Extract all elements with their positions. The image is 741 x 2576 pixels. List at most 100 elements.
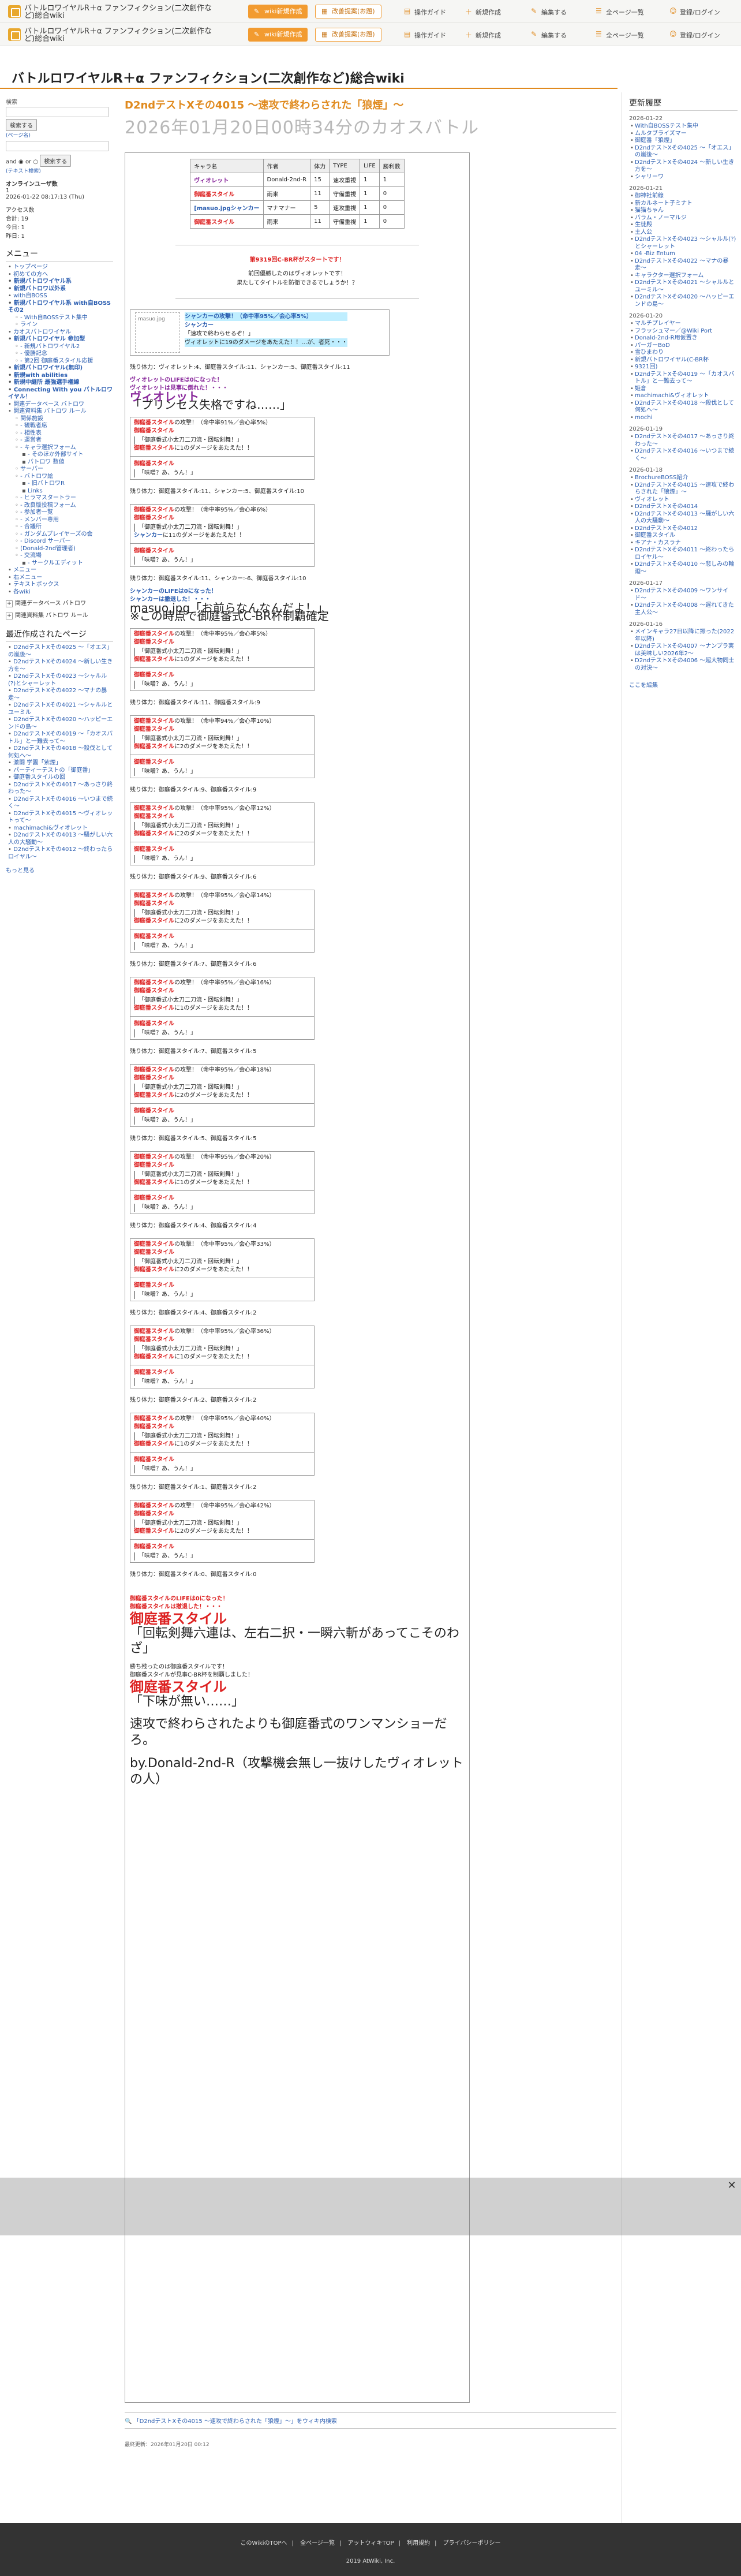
menu-item[interactable]: カオスバトロワイヤル <box>6 329 113 337</box>
history-link[interactable]: mochi <box>629 415 738 422</box>
menu-item[interactable]: - バトロワ絵 <box>6 473 113 481</box>
footer-link[interactable]: プライバシーポリシー <box>443 2540 501 2547</box>
history-link[interactable]: D2ndテストXその4020 〜ハッピーエンドの島〜 <box>629 294 738 308</box>
wiki-title[interactable]: バトルロワイヤルR＋α ファンフィクション(二次創作など)総合wiki <box>12 68 405 87</box>
roster-name[interactable]: 御庭番スタイル <box>190 186 264 201</box>
new-page-link[interactable]: ＋新規作成 <box>465 8 501 17</box>
login-link[interactable]: ☺ 登録/ログイン <box>669 30 720 40</box>
recent-page-link[interactable]: D2ndテストXその4017 〜あっさり終わった〜 <box>6 782 113 796</box>
edit-sidebar-link[interactable]: ここを編集 <box>629 680 738 689</box>
history-link[interactable]: キャラクター選択フォーム <box>629 272 738 280</box>
menu-item[interactable]: 新規バトロワイヤル系 with自BOSS その2 <box>6 300 113 315</box>
text-search-button[interactable]: 検索する <box>40 155 72 167</box>
menu-item[interactable]: 関連資料集 バトロワ ルール <box>6 408 113 416</box>
menu-item[interactable]: - 相性表 <box>6 430 113 438</box>
menu-item[interactable]: - キャラ選択フォーム <box>6 445 113 452</box>
history-link[interactable]: With自BOSSテスト集中 <box>629 123 738 130</box>
history-link[interactable]: フラッシュマー／@Wiki Port <box>629 328 738 335</box>
menu-item[interactable]: サーバー <box>6 466 113 473</box>
menu-item[interactable]: - 新規バトロワイヤル2 <box>6 344 113 351</box>
footer-link[interactable]: 全ページ一覧 <box>300 2540 335 2547</box>
recent-page-link[interactable]: D2ndテストXその4013 〜騒がしい六人の大騒動〜 <box>6 832 113 846</box>
footer-link[interactable]: 利用規約 <box>407 2540 430 2547</box>
all-pages-link[interactable]: ☰ 全ページ一覧 <box>596 30 644 40</box>
history-link[interactable]: D2ndテストXその4007 〜ナンプラ実は美味しい2026年2〜 <box>629 643 738 658</box>
history-link[interactable]: D2ndテストXその4022 〜マナの暴走〜 <box>629 258 738 272</box>
menu-item[interactable]: - ヒラマスタートラー <box>6 495 113 502</box>
character-name[interactable]: 御庭番スタイル <box>194 192 234 198</box>
history-link[interactable]: D2ndテストXその4012 <box>629 525 738 533</box>
history-link[interactable]: machimachi&ヴィオレット <box>629 393 738 400</box>
history-link[interactable]: 猫猫ちゃん <box>629 207 738 215</box>
recent-page-link[interactable]: 御庭番スタイルの回 <box>6 774 113 782</box>
recent-page-link[interactable]: 激闘 学園「紫煙」 <box>6 760 113 767</box>
site-name-link[interactable]: バトルロワイヤルR＋α ファンフィクション(二次創作など)総合wiki <box>24 28 215 43</box>
history-link[interactable]: D2ndテストXその4016 〜いつまで続く〜 <box>629 448 738 462</box>
history-link[interactable]: D2ndテストXその4025 〜「オエス」の嵐後〜 <box>629 145 738 159</box>
character-name[interactable]: ヴィオレット <box>194 178 229 184</box>
menu-item[interactable]: 関連データベース バトロワ <box>6 401 113 409</box>
menu-item[interactable]: - 運営者 <box>6 437 113 445</box>
recent-page-link[interactable]: D2ndテストXその4024 〜新しい生き方を〜 <box>6 659 113 673</box>
menu-item[interactable]: Connecting With you バトルロワイヤル！ <box>6 387 113 401</box>
menu-item[interactable]: - Discord サーバー <box>6 538 113 546</box>
menu-item[interactable]: - 改良版投稿フォーム <box>6 502 113 510</box>
history-link[interactable]: 御神社前線 <box>629 193 738 200</box>
history-link[interactable]: D2ndテストXその4024 〜新しい生き方を〜 <box>629 159 738 174</box>
character-name[interactable]: シャンカー <box>231 206 260 212</box>
menu-item[interactable]: - 観戦者席 <box>6 423 113 430</box>
history-link[interactable]: キアナ・カスラナ <box>629 540 738 547</box>
recent-page-link[interactable]: パーティーテストの「御庭番」 <box>6 767 113 775</box>
history-link[interactable]: ヴィオレット <box>629 496 738 504</box>
history-link[interactable]: D2ndテストXその4021 〜シャルルとユーミル〜 <box>629 279 738 294</box>
history-link[interactable]: 生徒殿 <box>629 222 738 229</box>
character-name[interactable]: 御庭番スタイル <box>194 219 234 226</box>
history-link[interactable]: 新カルネート子ミナト <box>629 200 738 208</box>
atwiki-logo-icon[interactable] <box>8 28 21 41</box>
history-link[interactable]: メインキャラ27日以降に振った(2022年以降) <box>629 629 738 643</box>
recent-page-link[interactable]: D2ndテストXその4019 〜「カオスバトル」と一難去って〜 <box>6 731 113 745</box>
history-link[interactable]: D2ndテストXその4023 〜シャルル(?)とシャーレット <box>629 236 738 251</box>
more-link[interactable]: もっと見る <box>6 865 113 874</box>
history-link[interactable]: ムルタブライズマー <box>629 130 738 138</box>
recent-page-link[interactable]: D2ndテストXその4025 〜「オエス」の嵐後〜 <box>6 644 113 659</box>
wiki-new-button[interactable]: wiki新規作成 <box>248 5 308 18</box>
page-search-input[interactable] <box>6 107 108 117</box>
recent-page-link[interactable]: D2ndテストXその4021 〜シャルルとユーミル <box>6 702 113 716</box>
login-link[interactable]: ☺ 登録/ログイン <box>669 7 720 17</box>
menu-item[interactable]: - With自BOSSテスト集中 <box>6 315 113 322</box>
guide-link[interactable]: ▤ 操作ガイド <box>404 30 446 40</box>
menu-item[interactable]: ライン <box>6 322 113 329</box>
history-link[interactable]: D2ndテストXその4010 〜悲しみの輪廻〜 <box>629 561 738 576</box>
roster-name[interactable]: 御庭番スタイル <box>190 214 264 229</box>
history-link[interactable]: 姫倉 <box>629 386 738 393</box>
history-link[interactable]: BrochureBOSS紹介 <box>629 475 738 482</box>
text-search-input[interactable] <box>6 141 108 151</box>
history-link[interactable]: D2ndテストXその4015 〜速攻で終わらされた「狼煙」〜 <box>629 482 738 496</box>
toggle-db[interactable]: + 関連データベース バトロワ <box>6 599 113 608</box>
history-link[interactable]: Donald-2nd-R用仮置き <box>629 335 738 342</box>
menu-item[interactable]: Links <box>6 488 113 495</box>
history-link[interactable]: D2ndテストXその4014 <box>629 503 738 511</box>
menu-item[interactable]: - 交流場 <box>6 552 113 560</box>
roster-name[interactable]: [masuo.jpgシャンカー <box>190 200 264 215</box>
recent-page-link[interactable]: machimachi&ヴィオレット <box>6 825 113 832</box>
menu-item[interactable]: 新規バトロワイヤル系 <box>6 278 113 286</box>
edit-link[interactable]: ✎ 編集する <box>531 30 567 40</box>
history-link[interactable]: マルチプレイヤー <box>629 320 738 328</box>
history-link[interactable]: D2ndテストXその4009 〜ワンサイド〜 <box>629 588 738 602</box>
recent-page-link[interactable]: D2ndテストXその4015 〜ヴィオレットって〜 <box>6 811 113 825</box>
menu-item[interactable]: - 第2回 御庭番スタイル応援 <box>6 358 113 365</box>
menu-item[interactable]: - ガンダムプレイヤーズの会 <box>6 531 113 539</box>
recent-page-link[interactable]: D2ndテストXその4020 〜ハッピーエンドの島〜 <box>6 716 113 731</box>
menu-item[interactable]: - メンバー専用 <box>6 517 113 524</box>
menu-item[interactable]: - そのほか外部サイト <box>6 451 113 459</box>
page-search-button[interactable]: 検索する <box>6 119 37 131</box>
menu-item[interactable]: (Donald-2nd管理者) <box>6 546 113 553</box>
menu-item[interactable]: テキストボックス <box>6 581 113 589</box>
menu-item[interactable]: - 優勝記念 <box>6 350 113 358</box>
feedback-button[interactable]: 改善提案(お題) <box>315 28 381 42</box>
history-link[interactable]: D2ndテストXその4017 〜あっさり終わった〜 <box>629 434 738 448</box>
history-link[interactable]: D2ndテストXその4006 〜超大物同士の対決〜 <box>629 658 738 672</box>
history-link[interactable]: 御庭番スタイル <box>629 532 738 540</box>
